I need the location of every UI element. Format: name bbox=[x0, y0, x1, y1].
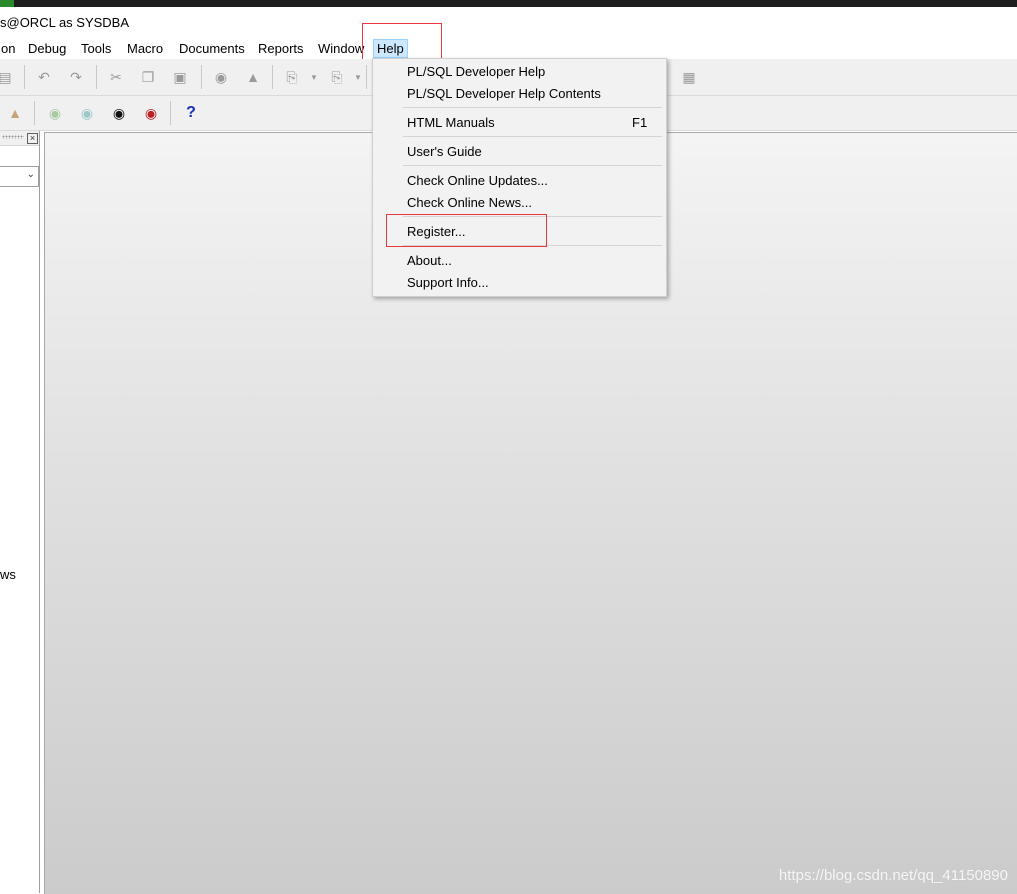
taskbar-app-icon bbox=[0, 0, 14, 7]
menu-separator bbox=[403, 216, 662, 217]
menu-item-check-updates[interactable]: Check Online Updates... bbox=[373, 170, 666, 191]
menu-item-check-news[interactable]: Check Online News... bbox=[373, 192, 666, 213]
save-icon[interactable]: ⎘ bbox=[328, 68, 346, 86]
menu-bar: on Debug Tools Macro Documents Reports W… bbox=[0, 37, 1017, 59]
commit-icon[interactable]: ◉ bbox=[110, 104, 128, 122]
panel-selector[interactable]: ⌄ bbox=[0, 166, 39, 187]
panel-header: × bbox=[0, 131, 39, 146]
toolbar-separator bbox=[96, 65, 97, 89]
copy-icon[interactable]: ❐ bbox=[139, 68, 157, 86]
menu-item-html-manuals[interactable]: HTML Manuals F1 bbox=[373, 112, 666, 133]
menu-item-about[interactable]: About... bbox=[373, 250, 666, 271]
menu-separator bbox=[403, 107, 662, 108]
close-icon[interactable]: × bbox=[27, 133, 38, 144]
rollback-icon[interactable]: ◉ bbox=[142, 104, 160, 122]
toolbar-separator bbox=[170, 101, 171, 125]
cut-icon[interactable]: ✂ bbox=[107, 68, 125, 86]
panel-item-text[interactable]: ws bbox=[0, 567, 16, 582]
watermark: https://blog.csdn.net/qq_41150890 bbox=[778, 867, 1008, 884]
menu-reports[interactable]: Reports bbox=[255, 40, 307, 57]
layout-icon[interactable]: ▦ bbox=[680, 68, 698, 86]
menu-tools[interactable]: Tools bbox=[78, 40, 114, 57]
load-icon[interactable]: ⎘ bbox=[283, 68, 301, 86]
menu-separator bbox=[403, 165, 662, 166]
toolbar-separator bbox=[201, 65, 202, 89]
chevron-down-icon[interactable]: ⌄ bbox=[27, 169, 35, 180]
menu-documents[interactable]: Documents bbox=[176, 40, 248, 57]
toolbar-separator bbox=[24, 65, 25, 89]
session-icon[interactable]: ▲ bbox=[6, 104, 24, 122]
grip-icon[interactable] bbox=[2, 135, 24, 139]
menu-item-developer-help[interactable]: PL/SQL Developer Help bbox=[373, 61, 666, 82]
menu-session[interactable]: on bbox=[0, 40, 18, 57]
toolbar-separator bbox=[272, 65, 273, 89]
replace-icon[interactable]: ▲ bbox=[244, 68, 262, 86]
menu-item-help-contents[interactable]: PL/SQL Developer Help Contents bbox=[373, 83, 666, 104]
menu-item-register[interactable]: Register... bbox=[373, 221, 666, 242]
menu-separator bbox=[403, 136, 662, 137]
find-icon[interactable]: ◉ bbox=[212, 68, 230, 86]
desktop-strip bbox=[0, 0, 1017, 7]
sql-db-icon[interactable]: ◉ bbox=[78, 104, 96, 122]
object-browser-panel: × ⌄ ws bbox=[0, 131, 40, 893]
menu-macro[interactable]: Macro bbox=[124, 40, 166, 57]
menu-item-users-guide[interactable]: User's Guide bbox=[373, 141, 666, 162]
paste-icon[interactable]: ▣ bbox=[171, 68, 189, 86]
redo-icon[interactable]: ↷ bbox=[67, 68, 85, 86]
print-icon[interactable]: ▤ bbox=[0, 68, 14, 86]
toolbar-separator bbox=[34, 101, 35, 125]
db-icon[interactable]: ◉ bbox=[46, 104, 64, 122]
undo-icon[interactable]: ↶ bbox=[35, 68, 53, 86]
menu-item-support-info[interactable]: Support Info... bbox=[373, 272, 666, 293]
toolbar-separator bbox=[366, 65, 367, 89]
save-dropdown-icon[interactable]: ▼ bbox=[354, 73, 362, 82]
menu-separator bbox=[403, 245, 662, 246]
menu-window[interactable]: Window bbox=[315, 40, 367, 57]
help-icon[interactable]: ? bbox=[182, 104, 200, 122]
menu-help[interactable]: Help bbox=[373, 39, 408, 58]
load-dropdown-icon[interactable]: ▼ bbox=[310, 73, 318, 82]
title-bar: s@ORCL as SYSDBA bbox=[0, 7, 1017, 37]
menu-debug[interactable]: Debug bbox=[25, 40, 69, 57]
help-dropdown-menu: PL/SQL Developer Help PL/SQL Developer H… bbox=[372, 58, 667, 297]
window-title: s@ORCL as SYSDBA bbox=[0, 15, 130, 30]
